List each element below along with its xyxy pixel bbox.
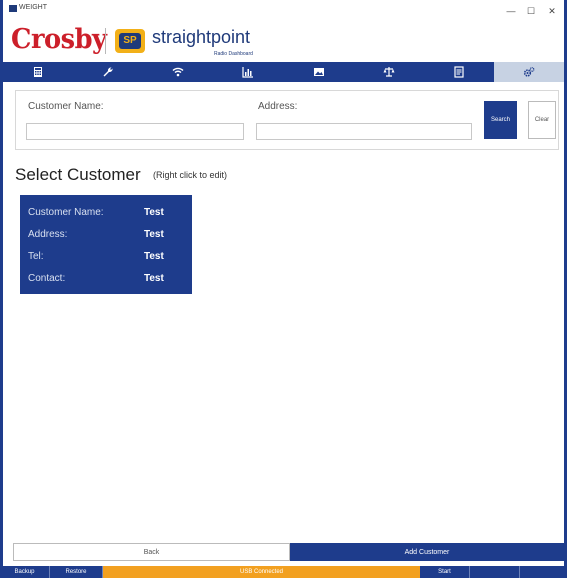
chart-icon [242, 67, 254, 78]
brand-header: Crosby SP straightpoint Radio Dashboard [7, 22, 307, 62]
back-button[interactable]: Back [13, 543, 290, 561]
status-slot-empty [470, 566, 520, 578]
title-bar: WEIGHT — ☐ ✕ [3, 0, 564, 22]
search-button[interactable]: Search [484, 101, 517, 139]
wifi-icon [172, 67, 184, 77]
calculator-icon [34, 67, 43, 77]
tab-wireless[interactable] [143, 62, 213, 82]
card-field-label: Address: [28, 229, 68, 240]
app-icon [9, 5, 17, 12]
tab-configuration[interactable] [493, 62, 564, 82]
status-bar: Backup Restore USB Connected Start [0, 566, 567, 578]
tab-reports[interactable] [424, 62, 494, 82]
straightpoint-logo-text: straightpoint [152, 27, 251, 47]
card-field-value: Test [144, 273, 164, 284]
customer-name-input[interactable] [26, 123, 244, 140]
straightpoint-logo-icon: SP [115, 29, 145, 53]
window-title: WEIGHT [19, 4, 47, 11]
maximize-button[interactable]: ☐ [523, 6, 539, 16]
tab-graph[interactable] [213, 62, 283, 82]
brand-tagline: Radio Dashboard [214, 51, 253, 57]
card-field-label: Contact: [28, 273, 66, 284]
select-customer-heading: Select Customer [15, 165, 141, 184]
wrench-icon [103, 67, 113, 77]
card-field-value: Test [144, 229, 164, 240]
main-nav [3, 62, 564, 82]
address-input[interactable] [256, 123, 472, 140]
tab-settings[interactable] [73, 62, 143, 82]
tab-pictures[interactable] [284, 62, 354, 82]
minimize-button[interactable]: — [503, 6, 519, 16]
sp-badge-text: SP [119, 33, 141, 49]
address-label: Address: [258, 101, 298, 112]
crosby-logo: Crosby [11, 24, 107, 55]
footer-actions: Back Add Customer [13, 543, 564, 561]
customer-card[interactable]: Customer Name: Test Address: Test Tel: T… [20, 195, 192, 294]
card-field-value: Test [144, 251, 164, 262]
tab-weighing[interactable] [354, 62, 424, 82]
restore-button[interactable]: Restore [50, 566, 103, 578]
image-icon [313, 68, 324, 76]
card-field-label: Tel: [28, 251, 44, 262]
search-panel: Customer Name: Address: Search Clear [15, 90, 559, 150]
start-button[interactable]: Start [420, 566, 470, 578]
tab-calculator[interactable] [3, 62, 73, 82]
backup-button[interactable]: Backup [0, 566, 50, 578]
status-slot-empty [520, 566, 567, 578]
select-customer-hint: (Right click to edit) [153, 170, 228, 180]
clear-button[interactable]: Clear [528, 101, 556, 139]
close-button[interactable]: ✕ [544, 6, 560, 16]
customer-name-label: Customer Name: [28, 101, 104, 112]
gears-icon [523, 67, 535, 77]
add-customer-button[interactable]: Add Customer [290, 543, 564, 561]
document-icon [454, 66, 464, 78]
app-window: WEIGHT — ☐ ✕ Crosby SP straightpoint Rad… [0, 0, 567, 578]
scale-icon [383, 67, 395, 77]
card-field-value: Test [144, 207, 164, 218]
brand-divider [105, 28, 106, 54]
usb-status: USB Connected [103, 566, 420, 578]
card-field-label: Customer Name: [28, 207, 104, 218]
